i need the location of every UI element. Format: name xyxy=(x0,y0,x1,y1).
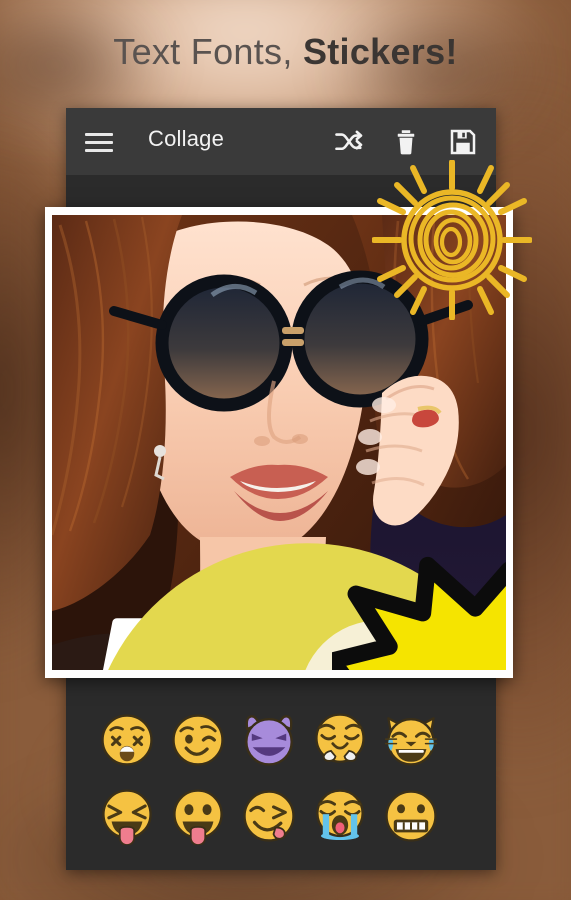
emoji-savoring-food[interactable] xyxy=(240,787,298,845)
promo-headline: Text Fonts, Stickers! xyxy=(0,30,571,74)
app-title: Collage xyxy=(148,126,225,151)
trash-icon[interactable] xyxy=(391,127,421,157)
headline-light-text: Text Fonts, xyxy=(113,31,303,72)
emoji-tongue-out[interactable] xyxy=(169,787,227,845)
emoji-picker-panel xyxy=(66,692,496,870)
emoji-winking-face[interactable] xyxy=(169,711,227,769)
emoji-dizzy-face[interactable] xyxy=(98,711,156,769)
emoji-sticker-winking-tongue[interactable] xyxy=(80,535,506,670)
sun-sticker[interactable] xyxy=(372,160,532,320)
shuffle-icon[interactable] xyxy=(334,127,364,157)
hamburger-menu-icon[interactable] xyxy=(85,133,113,152)
emoji-smiling-imp[interactable] xyxy=(240,711,298,769)
emoji-squinting-tongue[interactable] xyxy=(98,787,156,845)
headline-bold-text: Stickers! xyxy=(302,31,458,72)
emoji-triumph-face[interactable] xyxy=(311,711,369,769)
text-sticker-hey[interactable]: Hey! xyxy=(72,463,506,670)
emoji-joy-cat[interactable] xyxy=(382,711,440,769)
emoji-grimacing[interactable] xyxy=(382,787,440,845)
comic-sticker-boom[interactable]: BOOM! xyxy=(332,505,506,670)
save-icon[interactable] xyxy=(448,127,478,157)
emoji-loudly-crying[interactable] xyxy=(311,787,369,845)
